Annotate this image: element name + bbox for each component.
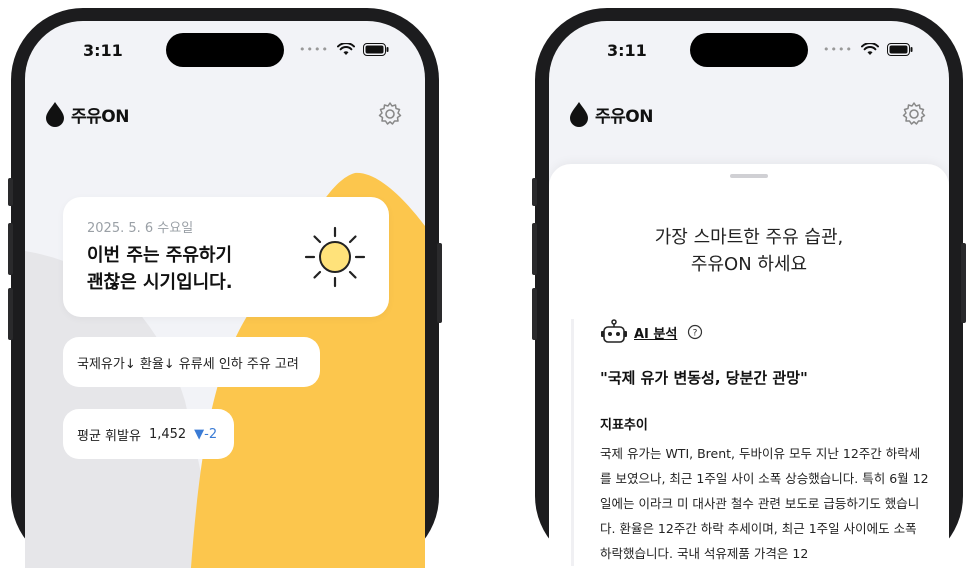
battery-icon <box>363 43 389 56</box>
bottom-sheet[interactable]: 가장 스마트한 주유 습관, 주유ON 하세요 AI 분석 ? "국제 유가 변… <box>549 164 949 568</box>
fuel-drop-icon <box>570 102 588 127</box>
price-change: ▼-2 <box>194 426 218 442</box>
sheet-grabber[interactable] <box>730 174 768 178</box>
date-label: 2025. 5. 6 수요일 <box>87 221 194 236</box>
svg-text:?: ? <box>693 329 698 339</box>
dynamic-island <box>690 33 808 67</box>
tagline: 가장 스마트한 주유 습관, 주유ON 하세요 <box>549 224 949 278</box>
ai-analysis-section: AI 분석 ? "국제 유가 변동성, 당분간 관망" 지표추이 국제 유가는 … <box>571 319 931 566</box>
app-logo-text: 주유ON <box>71 106 129 127</box>
status-time: 3:11 <box>83 41 123 60</box>
sun-icon <box>304 226 366 288</box>
recommendation-card: 2025. 5. 6 수요일 이번 주는 주유하기 괜찮은 시기입니다. <box>63 197 389 317</box>
analysis-body: 국제 유가는 WTI, Brent, 두바이유 모두 지난 12주간 하락세를 … <box>600 446 929 561</box>
settings-gear-icon[interactable] <box>377 101 403 127</box>
tagline-line-2: 주유ON 하세요 <box>690 254 808 275</box>
summary-pill: 국제유가↓ 환율↓ 유류세 인하 주유 고려 <box>63 337 320 387</box>
price-label: 평균 휘발유 <box>77 428 141 444</box>
robot-icon <box>601 319 627 343</box>
price-pill: 평균 휘발유 1,452 ▼-2 <box>63 409 234 459</box>
section-title: 지표추이 <box>600 418 648 433</box>
phone-home: 3:11 •••• 주유ON 2025. 5. 6 수요일 이번 주는 주유하기… <box>8 8 442 568</box>
app-header: 주유ON <box>569 101 653 127</box>
screen-home: 3:11 •••• 주유ON 2025. 5. 6 수요일 이번 주는 주유하기… <box>25 21 425 568</box>
signal-icon: •••• <box>299 43 329 56</box>
wifi-icon <box>337 43 355 55</box>
headline: 이번 주는 주유하기 괜찮은 시기입니다. <box>87 242 233 296</box>
phone-analysis: 3:11 •••• 주유ON 가장 스마트한 주유 습관, 주유ON 하세요 A… <box>532 8 966 568</box>
dynamic-island <box>166 33 284 67</box>
headline-line-2: 괜찮은 시기입니다. <box>87 272 233 293</box>
settings-gear-icon[interactable] <box>901 101 927 127</box>
battery-icon <box>887 43 913 56</box>
ai-header: AI 분석 ? <box>600 319 931 345</box>
app-header: 주유ON <box>45 101 129 127</box>
headline-line-1: 이번 주는 주유하기 <box>87 245 233 266</box>
status-time: 3:11 <box>607 41 647 60</box>
analysis-quote: "국제 유가 변동성, 당분간 관망" <box>600 369 808 387</box>
app-logo-text: 주유ON <box>595 106 653 127</box>
status-icons: •••• <box>299 43 389 56</box>
status-icons: •••• <box>823 43 913 56</box>
help-icon[interactable]: ? <box>687 324 703 340</box>
price-value: 1,452 <box>148 426 187 442</box>
screen-analysis: 3:11 •••• 주유ON 가장 스마트한 주유 습관, 주유ON 하세요 A… <box>549 21 949 568</box>
tagline-line-1: 가장 스마트한 주유 습관, <box>654 227 844 248</box>
ai-analysis-link[interactable]: AI 분석 <box>634 323 677 342</box>
signal-icon: •••• <box>823 43 853 56</box>
wifi-icon <box>861 43 879 55</box>
fuel-drop-icon <box>46 102 64 127</box>
